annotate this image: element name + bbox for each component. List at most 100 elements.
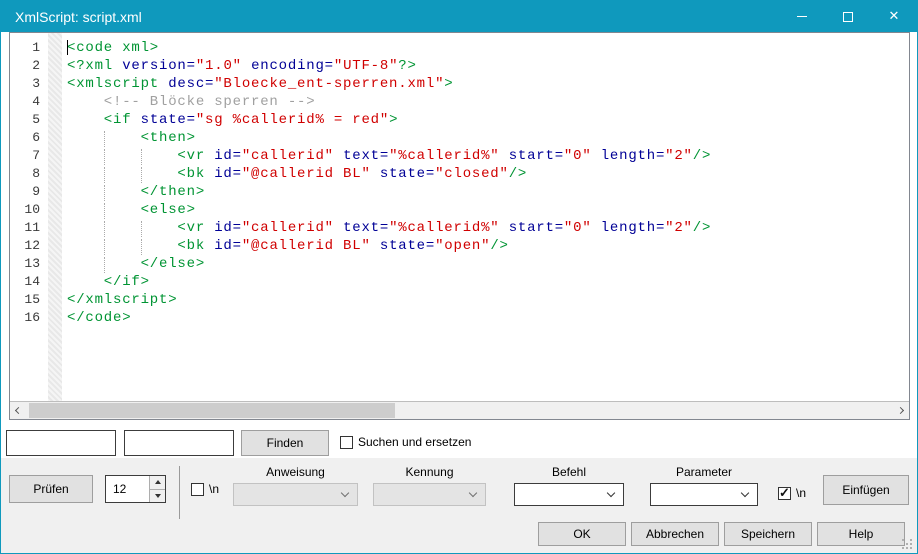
resize-grip[interactable] xyxy=(902,539,913,550)
code-text: <!-- Blöcke sperren --> xyxy=(67,93,315,111)
maximize-button[interactable] xyxy=(825,1,871,32)
indent-guide xyxy=(104,239,105,255)
code-line[interactable]: 5 <if state="sg %callerid% = red"> xyxy=(10,111,909,129)
cancel-button[interactable]: Abbrechen xyxy=(631,522,719,546)
scrollbar-thumb[interactable] xyxy=(29,403,395,418)
minimize-button[interactable] xyxy=(779,1,825,32)
code-text: <code xml> xyxy=(67,39,159,57)
line-number: 5 xyxy=(10,111,44,129)
spinner-down-button[interactable] xyxy=(150,489,165,503)
insert-button[interactable]: Einfügen xyxy=(823,475,909,505)
close-button[interactable]: ✕ xyxy=(871,1,917,32)
spinner-value: 12 xyxy=(106,476,149,502)
code-line[interactable]: 16 </code> xyxy=(10,309,909,327)
code-line[interactable]: 10 <else> xyxy=(10,201,909,219)
line-number: 3 xyxy=(10,75,44,93)
code-text: </xmlscript> xyxy=(67,291,177,309)
help-button[interactable]: Help xyxy=(817,522,905,546)
anweisung-dropdown[interactable] xyxy=(233,483,358,506)
code-text: <vr id="callerid" text="%callerid%" star… xyxy=(67,219,711,237)
code-text: </else> xyxy=(67,255,205,273)
kennung-dropdown[interactable] xyxy=(373,483,486,506)
code-text: <else> xyxy=(67,201,196,219)
code-text: <xmlscript desc="Bloecke_ent-sperren.xml… xyxy=(67,75,453,93)
line-number: 11 xyxy=(10,219,44,237)
maximize-icon xyxy=(843,12,853,22)
xml-code-editor[interactable]: 1 <code xml> 2 <?xml version="1.0" encoding… xyxy=(9,32,910,420)
indent-guide xyxy=(141,167,142,183)
close-icon: ✕ xyxy=(889,10,900,23)
line-number: 10 xyxy=(10,201,44,219)
newline-right-checkbox[interactable] xyxy=(778,487,791,500)
spinner-up-button[interactable] xyxy=(150,476,165,489)
code-text: <bk id="@callerid BL" state="open"/> xyxy=(67,237,509,255)
save-button[interactable]: Speichern xyxy=(724,522,812,546)
indent-guide xyxy=(104,257,105,273)
editor-lines: 1 <code xml> 2 <?xml version="1.0" encoding… xyxy=(10,39,909,327)
search-input[interactable] xyxy=(6,430,116,456)
parameter-label: Parameter xyxy=(650,465,758,479)
editor-body[interactable]: 1 <code xml> 2 <?xml version="1.0" encoding… xyxy=(10,33,909,401)
code-line[interactable]: 8 <bk id="@callerid BL" state="closed"/> xyxy=(10,165,909,183)
text-caret xyxy=(67,40,68,55)
chevron-right-icon xyxy=(897,407,904,414)
check-button[interactable]: Prüfen xyxy=(9,475,93,503)
spinner-buttons xyxy=(149,476,165,502)
line-number: 8 xyxy=(10,165,44,183)
search-and-replace-checkbox[interactable] xyxy=(340,436,353,449)
ok-button[interactable]: OK xyxy=(538,522,626,546)
line-number: 7 xyxy=(10,147,44,165)
find-button[interactable]: Finden xyxy=(241,430,329,456)
code-text: </if> xyxy=(67,273,150,291)
horizontal-scrollbar[interactable] xyxy=(10,401,909,419)
scroll-right-button[interactable] xyxy=(892,402,909,419)
code-line[interactable]: 3 <xmlscript desc="Bloecke_ent-sperren.xm… xyxy=(10,75,909,93)
code-line[interactable]: 7 <vr id="callerid" text="%callerid%" st… xyxy=(10,147,909,165)
befehl-dropdown[interactable] xyxy=(514,483,624,506)
indent-guide xyxy=(104,149,105,165)
code-line[interactable]: 13 </else> xyxy=(10,255,909,273)
code-text: <?xml version="1.0" encoding="UTF-8"?> xyxy=(67,57,417,75)
code-line[interactable]: 15 </xmlscript> xyxy=(10,291,909,309)
anweisung-label: Anweisung xyxy=(233,465,358,479)
code-line[interactable]: 14 </if> xyxy=(10,273,909,291)
minimize-icon xyxy=(797,16,807,17)
chevron-down-icon xyxy=(607,489,615,497)
chevron-down-icon xyxy=(469,489,477,497)
newline-left-checkbox[interactable] xyxy=(191,483,204,496)
code-text: <if state="sg %callerid% = red"> xyxy=(67,111,398,129)
line-number: 1 xyxy=(10,39,44,57)
line-number: 2 xyxy=(10,57,44,75)
code-line[interactable]: 4 <!-- Blöcke sperren --> xyxy=(10,93,909,111)
line-number: 13 xyxy=(10,255,44,273)
title-bar[interactable]: XmlScript: script.xml ✕ xyxy=(1,1,917,32)
parameter-dropdown[interactable] xyxy=(650,483,758,506)
code-text: <then> xyxy=(67,129,196,147)
indent-guide xyxy=(141,239,142,255)
scrollbar-track[interactable] xyxy=(27,402,892,419)
window-controls: ✕ xyxy=(779,1,917,32)
bottom-panel: Prüfen 12 \n Anweisung Kennung Befehl Pa… xyxy=(1,458,917,553)
line-number: 16 xyxy=(10,309,44,327)
indent-guide xyxy=(104,167,105,183)
code-line[interactable]: 1 <code xml> xyxy=(10,39,909,57)
dialog-content: 1 <code xml> 2 <?xml version="1.0" encoding… xyxy=(1,32,917,458)
grip-dots-icon xyxy=(902,539,904,541)
replace-input[interactable] xyxy=(124,430,234,456)
code-line[interactable]: 6 <then> xyxy=(10,129,909,147)
code-text: <vr id="callerid" text="%callerid%" star… xyxy=(67,147,711,165)
line-number-spinner[interactable]: 12 xyxy=(105,475,166,503)
code-line[interactable]: 2 <?xml version="1.0" encoding="UTF-8"?> xyxy=(10,57,909,75)
line-number: 15 xyxy=(10,291,44,309)
vertical-separator xyxy=(179,466,180,519)
line-number: 12 xyxy=(10,237,44,255)
scroll-left-button[interactable] xyxy=(10,402,27,419)
chevron-left-icon xyxy=(15,407,22,414)
line-number: 4 xyxy=(10,93,44,111)
code-line[interactable]: 11 <vr id="callerid" text="%callerid%" s… xyxy=(10,219,909,237)
newline-right-label: \n xyxy=(796,486,806,500)
code-line[interactable]: 12 <bk id="@callerid BL" state="open"/> xyxy=(10,237,909,255)
code-line[interactable]: 9 </then> xyxy=(10,183,909,201)
indent-guide xyxy=(104,221,105,237)
code-text: </code> xyxy=(67,309,131,327)
